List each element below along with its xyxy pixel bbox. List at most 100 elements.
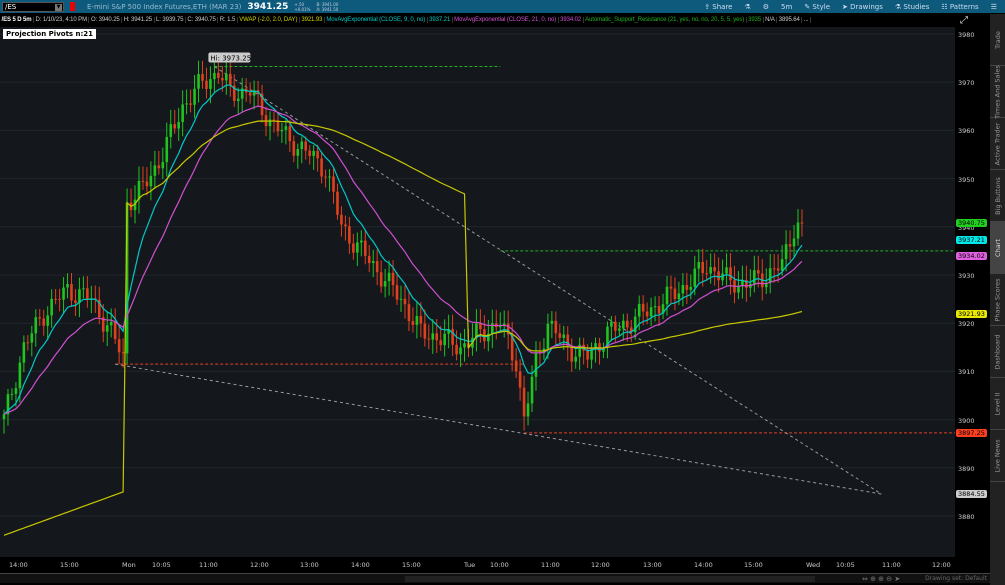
side-tab-phase-scores[interactable]: Phase Scores: [990, 274, 1005, 326]
side-tab-label: Level II: [993, 391, 1002, 416]
candle: [618, 322, 621, 337]
menu-icon[interactable]: ☰: [991, 3, 997, 11]
study-ema21[interactable]: MovAvgExponential (CLOSE, 21, 0, no): [453, 17, 559, 23]
candle: [622, 313, 625, 341]
scroll-thumb[interactable]: [405, 576, 815, 582]
candle: [161, 147, 165, 180]
candle: [137, 166, 141, 214]
study-asr[interactable]: Automatic_Support_Resistance (21, yes, n…: [584, 17, 747, 23]
candle: [352, 233, 355, 260]
study-vwap-value: 3921.93: [300, 17, 325, 23]
candle: [768, 253, 772, 294]
side-tab-big-buttons[interactable]: Big Buttons: [990, 170, 1005, 222]
candle: [479, 309, 482, 343]
extra-value-3: ...: [802, 17, 811, 23]
horizontal-scrollbar[interactable]: ⇔ ⊕ ⊕ ⊖ ➤ Drawing set: Default: [0, 573, 990, 583]
price-axis[interactable]: ⤢ 3980 3970 3960 3950 3940 3930 3920 3910 3900 38…: [955, 15, 990, 567]
candle-body: [109, 322, 113, 326]
price-chart[interactable]: Hi: 3973.25: [0, 27, 955, 557]
candle-body: [411, 321, 415, 325]
candle-body: [236, 98, 240, 101]
candle-body: [300, 141, 304, 150]
expand-icon[interactable]: ⤢: [960, 15, 968, 26]
drawing-set[interactable]: Drawing set: Default: [925, 575, 987, 582]
study-ema9[interactable]: MovAvgExponential (CLOSE, 9, 0, no): [325, 17, 428, 23]
side-tab-times-and-sales[interactable]: Times And Sales: [990, 65, 1005, 118]
price-tick: 3960: [958, 127, 975, 136]
candle: [193, 75, 196, 119]
candle-body: [645, 311, 649, 317]
candle: [300, 136, 304, 164]
candle-body: [352, 243, 355, 253]
candle: [78, 277, 81, 318]
time-tick: 10:00: [490, 561, 509, 569]
candle-body: [169, 124, 173, 137]
side-tab-chart[interactable]: Chart: [990, 222, 1005, 274]
price-tick: 3880: [958, 513, 975, 521]
share-button[interactable]: ⇪ Share: [704, 3, 732, 11]
time-tick: 13:00: [300, 561, 319, 569]
candle: [518, 359, 522, 401]
style-button[interactable]: ✎ Style: [804, 3, 830, 11]
candle: [58, 288, 61, 312]
candle: [26, 335, 30, 351]
candle-body: [514, 360, 518, 372]
studies-button[interactable]: ⚗ Studies: [895, 3, 929, 11]
candle: [411, 307, 415, 333]
candle-body: [34, 317, 38, 334]
gear-icon[interactable]: ⚙: [763, 3, 769, 11]
time-tick: 11:00: [541, 561, 560, 569]
flask-icon[interactable]: ⚗: [744, 3, 750, 11]
candle: [10, 388, 14, 401]
candle-body: [709, 267, 712, 274]
drawings-button[interactable]: ➤ Drawings: [842, 3, 883, 11]
candle: [502, 310, 506, 338]
candle-body: [788, 244, 792, 247]
zoom-controls-icon[interactable]: ⇔ ⊕ ⊕ ⊖ ➤: [862, 575, 900, 583]
side-tab-level-ii[interactable]: Level II: [990, 378, 1005, 430]
candle: [772, 254, 776, 283]
candle-body: [58, 298, 61, 300]
candle-body: [776, 268, 780, 271]
chevron-down-icon[interactable]: ▼: [55, 3, 62, 11]
candle: [248, 82, 252, 104]
candle: [594, 337, 597, 363]
side-tab-live-news[interactable]: Live News: [990, 430, 1005, 482]
side-tab-label: Live News: [993, 439, 1002, 472]
candle: [697, 249, 701, 283]
candle-body: [340, 214, 343, 225]
candle: [268, 111, 272, 141]
candle-body: [356, 242, 359, 253]
flag-icon[interactable]: [70, 2, 75, 11]
symbol-input[interactable]: /ES ▼: [2, 1, 64, 12]
candle-body: [697, 261, 701, 269]
candle: [105, 311, 109, 347]
candle-body: [391, 272, 395, 286]
time-axis[interactable]: 14:00 15:00 Mon 10:05 11:00 12:00 13:00 14:00 15…: [0, 557, 955, 573]
candle-body: [669, 286, 673, 289]
candle: [431, 319, 435, 354]
candle-body: [558, 333, 562, 338]
time-tick: 10:05: [836, 561, 855, 569]
candle: [395, 272, 399, 306]
price-tick: 3950: [958, 175, 975, 184]
side-tab-dashboard[interactable]: Dashboard: [990, 326, 1005, 378]
info-low: L: 3939.75: [155, 17, 186, 23]
timeframe-button[interactable]: 5m: [781, 3, 792, 11]
candle: [745, 265, 748, 302]
study-vwap[interactable]: VWAP (-2.0, 2.0, DAY): [238, 17, 300, 23]
side-tab-active-trader[interactable]: Active Trader: [990, 118, 1005, 170]
chart-canvas[interactable]: Hi: 3973.25: [0, 27, 955, 557]
candle: [753, 255, 756, 293]
candle-body: [518, 371, 522, 388]
candle-body: [149, 175, 153, 187]
candle: [681, 273, 685, 307]
patterns-button[interactable]: ☷ Patterns: [941, 3, 978, 11]
candle: [534, 341, 538, 391]
price-marker: 3884.55: [956, 490, 987, 499]
candle-body: [280, 129, 284, 132]
side-tab-trade[interactable]: Trade: [990, 14, 1005, 66]
candle: [582, 337, 585, 365]
candle: [427, 324, 431, 350]
candle: [54, 289, 57, 305]
